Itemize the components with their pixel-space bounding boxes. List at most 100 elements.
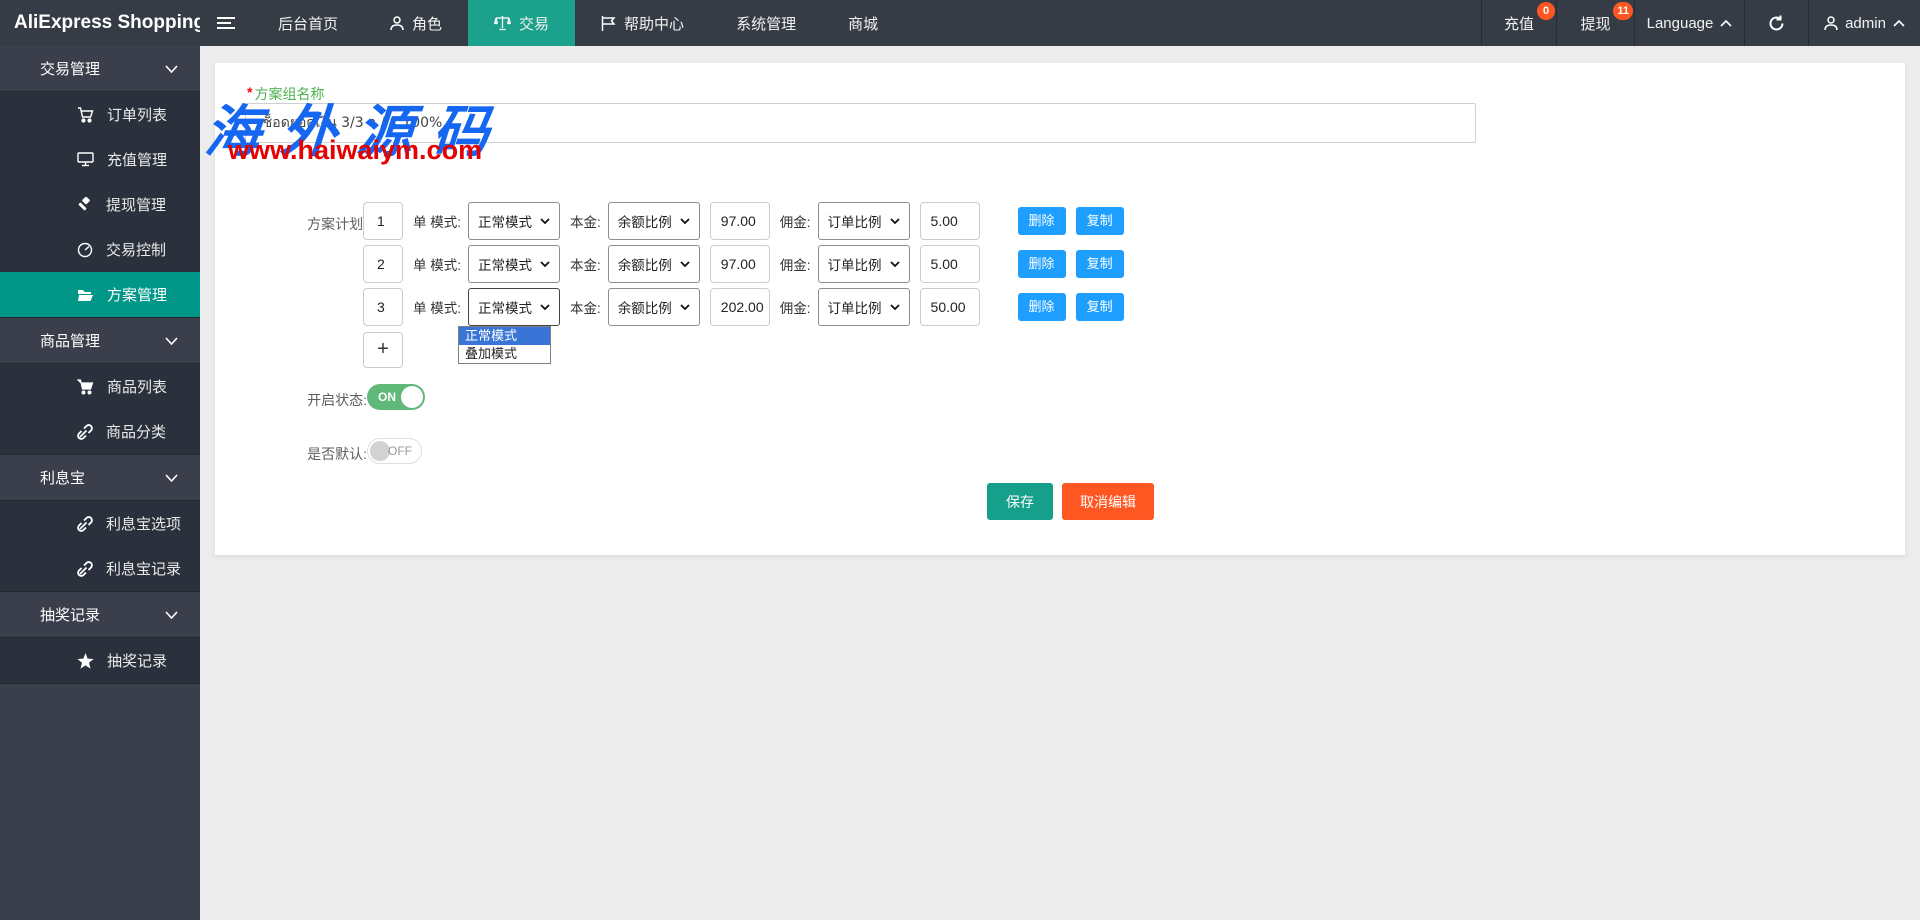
chevron-down-icon [540, 261, 550, 267]
user-icon [1824, 16, 1838, 31]
gavel-icon [77, 197, 93, 213]
chevron-down-icon [165, 337, 178, 345]
sidebar-group-goods[interactable]: 商品管理 [0, 318, 200, 363]
principal-label: 本金: [570, 297, 601, 317]
default-label: 是否默认: [275, 444, 367, 464]
commission-amount-input[interactable]: 5.00 [920, 245, 980, 283]
principal-type-select[interactable]: 余额比例 [608, 288, 700, 326]
sidebar-item-withdraw-mgmt[interactable]: 提现管理 [0, 182, 200, 227]
plan-row: 2 单 模式: 正常模式 本金: 余额比例 97.00 佣金: 订单比例 [363, 245, 1124, 283]
chevron-down-icon [540, 304, 550, 310]
dropdown-option-stack[interactable]: 叠加模式 [459, 345, 550, 363]
principal-type-select[interactable]: 余额比例 [608, 202, 700, 240]
copy-row-button[interactable]: 复制 [1076, 250, 1124, 278]
cart-icon [77, 379, 94, 395]
delete-row-button[interactable]: 删除 [1018, 207, 1066, 235]
sidebar-item-interest-options[interactable]: 利息宝选项 [0, 501, 200, 546]
sidebar-item-goods-list[interactable]: 商品列表 [0, 364, 200, 409]
default-toggle-off[interactable]: OFF [367, 438, 422, 464]
sidebar-item-lottery-records[interactable]: 抽奖记录 [0, 638, 200, 683]
principal-amount-input[interactable]: 202.00 [710, 288, 770, 326]
copy-row-button[interactable]: 复制 [1076, 293, 1124, 321]
chevron-down-icon [540, 218, 550, 224]
sidebar-item-label: 提现管理 [106, 194, 166, 215]
chevron-down-icon [680, 304, 690, 310]
sidebar-item-label: 利息宝选项 [106, 513, 181, 534]
mode-select-value: 正常模式 [478, 211, 532, 231]
sidebar-group-interest[interactable]: 利息宝 [0, 455, 200, 500]
plan-index-input[interactable]: 3 [363, 288, 403, 326]
sidebar-item-trade-control[interactable]: 交易控制 [0, 227, 200, 272]
nav-item-mall[interactable]: 商城 [822, 0, 904, 46]
toggle-knob [401, 386, 423, 408]
sidebar-item-label: 充值管理 [107, 149, 167, 170]
chevron-down-icon [680, 218, 690, 224]
mode-select[interactable]: 正常模式 [468, 245, 560, 283]
nav-item-system[interactable]: 系统管理 [710, 0, 822, 46]
sidebar-collapse-button[interactable] [200, 0, 252, 46]
nav-item-trade[interactable]: 交易 [468, 0, 575, 46]
withdraw-notifications[interactable]: 提现 11 [1556, 0, 1634, 46]
nav-item-roles[interactable]: 角色 [364, 0, 468, 46]
commission-amount-input[interactable]: 5.00 [920, 202, 980, 240]
principal-type-value: 余额比例 [618, 211, 672, 231]
copy-row-button[interactable]: 复制 [1076, 207, 1124, 235]
status-toggle-on[interactable]: ON [367, 384, 425, 410]
sidebar-group-trade[interactable]: 交易管理 [0, 46, 200, 91]
withdraw-label: 提现 [1580, 13, 1610, 34]
mode-label: 单 模式: [413, 211, 461, 231]
mode-select[interactable]: 正常模式 [468, 288, 560, 326]
flag-icon [601, 16, 616, 31]
plan-index-input[interactable]: 1 [363, 202, 403, 240]
cancel-edit-button[interactable]: 取消编辑 [1062, 483, 1154, 520]
sidebar-group-lottery[interactable]: 抽奖记录 [0, 592, 200, 637]
hamburger-icon [217, 16, 235, 30]
principal-amount-input[interactable]: 97.00 [710, 202, 770, 240]
plan-index-input[interactable]: 2 [363, 245, 403, 283]
sidebar-item-recharge-mgmt[interactable]: 充值管理 [0, 137, 200, 182]
delete-row-button[interactable]: 删除 [1018, 293, 1066, 321]
withdraw-badge: 11 [1613, 2, 1633, 20]
commission-amount-input[interactable]: 50.00 [920, 288, 980, 326]
group-name-input[interactable] [245, 103, 1476, 143]
sidebar-item-goods-category[interactable]: 商品分类 [0, 409, 200, 454]
add-row-button[interactable]: + [363, 332, 403, 368]
principal-amount-input[interactable]: 97.00 [710, 245, 770, 283]
plan-rows: 1 单 模式: 正常模式 本金: 余额比例 97.00 佣金: 订单比例 [363, 202, 1124, 331]
top-navbar: AliExpress Shopping... 后台首页 角色 交易 [0, 0, 1920, 46]
nav-item-home[interactable]: 后台首页 [252, 0, 364, 46]
nav-item-help-center[interactable]: 帮助中心 [575, 0, 710, 46]
commission-type-select[interactable]: 订单比例 [818, 288, 910, 326]
mode-select[interactable]: 正常模式 [468, 202, 560, 240]
link-icon [77, 516, 93, 532]
dropdown-option-normal[interactable]: 正常模式 [459, 327, 550, 345]
commission-type-select[interactable]: 订单比例 [818, 202, 910, 240]
sidebar-group-label: 抽奖记录 [40, 604, 100, 625]
sidebar-item-plan-mgmt[interactable]: 方案管理 [0, 272, 200, 317]
sidebar-group-label: 交易管理 [40, 58, 100, 79]
nav-item-label: 交易 [519, 13, 549, 34]
sidebar-item-interest-records[interactable]: 利息宝记录 [0, 546, 200, 591]
commission-type-select[interactable]: 订单比例 [818, 245, 910, 283]
admin-page: AliExpress Shopping... 后台首页 角色 交易 [0, 0, 1920, 920]
sidebar-group-label: 利息宝 [40, 467, 85, 488]
plan-section-label: 方案计划: [275, 214, 367, 234]
link-icon [77, 561, 93, 577]
save-button[interactable]: 保存 [987, 483, 1053, 520]
plan-row: 1 单 模式: 正常模式 本金: 余额比例 97.00 佣金: 订单比例 [363, 202, 1124, 240]
refresh-button[interactable] [1744, 0, 1808, 46]
admin-user-menu[interactable]: admin [1808, 0, 1920, 46]
scales-icon [494, 15, 511, 31]
delete-row-button[interactable]: 删除 [1018, 250, 1066, 278]
recharge-label: 充值 [1504, 13, 1534, 34]
user-icon [390, 16, 404, 31]
cart-icon [77, 107, 94, 123]
link-icon [77, 424, 93, 440]
sidebar-group-lottery-children: 抽奖记录 [0, 637, 200, 684]
language-dropdown[interactable]: Language [1634, 0, 1744, 46]
sidebar-item-order-list[interactable]: 订单列表 [0, 92, 200, 137]
principal-type-select[interactable]: 余额比例 [608, 245, 700, 283]
sidebar-item-label: 商品分类 [106, 421, 166, 442]
recharge-notifications[interactable]: 充值 0 [1481, 0, 1556, 46]
refresh-icon [1768, 15, 1785, 32]
